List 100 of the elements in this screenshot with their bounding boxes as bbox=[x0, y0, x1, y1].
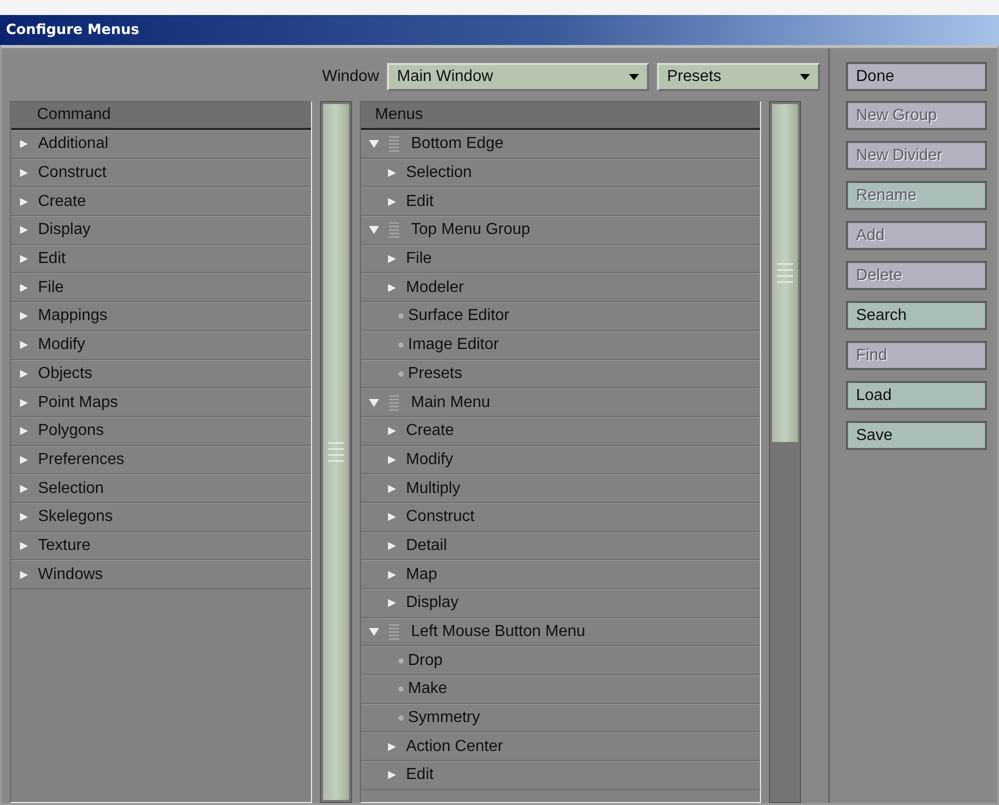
window-label: Window bbox=[322, 67, 379, 87]
item-label: Preferences bbox=[38, 450, 124, 470]
button[interactable]: Save bbox=[846, 421, 987, 450]
list-item[interactable]: Selection bbox=[361, 158, 760, 188]
item-label: Presets bbox=[408, 364, 462, 384]
list-item[interactable]: Windows bbox=[11, 560, 311, 589]
arrow-icon bbox=[387, 598, 397, 608]
list-item[interactable]: Point Maps bbox=[11, 388, 311, 417]
list-item[interactable]: Selection bbox=[11, 474, 311, 503]
presets-dropdown[interactable]: Presets bbox=[657, 63, 820, 91]
list-item[interactable]: Preferences bbox=[11, 446, 311, 474]
list-item[interactable]: Map bbox=[361, 560, 760, 589]
item-label: Symmetry bbox=[408, 708, 480, 728]
list-item[interactable]: Edit bbox=[361, 761, 760, 790]
list-item[interactable]: Left Mouse Button Menu bbox=[361, 618, 760, 646]
list-item[interactable]: Construct bbox=[361, 502, 760, 532]
arrow-icon bbox=[387, 454, 397, 465]
item-label: Construct bbox=[38, 163, 106, 184]
arrow-icon bbox=[19, 570, 29, 580]
grip-icon bbox=[327, 440, 345, 464]
window-dropdown[interactable]: Main Window bbox=[387, 63, 649, 91]
item-label: Image Editor bbox=[408, 335, 499, 356]
list-icon bbox=[387, 135, 401, 154]
list-item[interactable]: Texture bbox=[11, 532, 311, 560]
list-item[interactable]: Symmetry bbox=[361, 704, 760, 732]
arrow-icon bbox=[19, 540, 29, 551]
button[interactable]: Load bbox=[846, 381, 987, 410]
list-item[interactable]: Modify bbox=[361, 446, 760, 474]
list-item[interactable]: Detail bbox=[361, 532, 760, 560]
column-header[interactable]: Menus bbox=[361, 102, 760, 130]
list-item[interactable]: Main Menu bbox=[361, 388, 760, 417]
item-label: Action Center bbox=[406, 736, 503, 757]
scrollbar-thumb[interactable] bbox=[771, 103, 799, 443]
item-label: Objects bbox=[38, 364, 92, 384]
column-header[interactable]: Command bbox=[11, 102, 311, 130]
arrow-icon bbox=[19, 282, 29, 293]
arrow-icon bbox=[19, 454, 29, 465]
item-label: Modify bbox=[406, 450, 454, 470]
dot-icon bbox=[398, 370, 404, 377]
list-item[interactable]: Edit bbox=[11, 244, 311, 274]
list-item[interactable]: Create bbox=[361, 416, 760, 446]
arrow-icon bbox=[19, 225, 29, 236]
dot-icon bbox=[398, 313, 404, 320]
item-label: Selection bbox=[38, 478, 104, 499]
arrow-icon bbox=[19, 311, 29, 322]
list-item[interactable]: Skelegons bbox=[11, 502, 311, 532]
list-item[interactable]: Make bbox=[361, 675, 760, 704]
list-item[interactable]: Modify bbox=[11, 330, 311, 360]
list-item[interactable]: Objects bbox=[11, 360, 311, 388]
dot-icon bbox=[398, 686, 404, 692]
item-label: Detail bbox=[406, 536, 447, 556]
arrow-icon bbox=[387, 254, 397, 264]
item-label: Edit bbox=[406, 192, 434, 212]
item-label: Windows bbox=[38, 564, 103, 585]
arrow-icon bbox=[387, 282, 397, 293]
item-label: Polygons bbox=[38, 421, 104, 442]
list-item[interactable]: Presets bbox=[361, 360, 760, 388]
item-label: Modeler bbox=[406, 278, 464, 298]
list-item[interactable]: File bbox=[11, 273, 311, 302]
arrow-icon bbox=[19, 254, 29, 264]
list-item[interactable]: Display bbox=[361, 589, 760, 618]
button[interactable]: Search bbox=[846, 301, 987, 330]
item-label: Drop bbox=[408, 650, 443, 671]
list-item[interactable]: File bbox=[361, 244, 760, 274]
caret-icon bbox=[629, 74, 639, 80]
item-label: Top Menu Group bbox=[411, 220, 530, 240]
item-label: Point Maps bbox=[38, 392, 118, 413]
list-item[interactable]: Modeler bbox=[361, 273, 760, 302]
list-icon bbox=[387, 221, 401, 240]
arrow-icon bbox=[19, 196, 29, 207]
item-label: Display bbox=[406, 593, 458, 614]
list-item[interactable]: Edit bbox=[361, 187, 760, 216]
list-item[interactable]: Mappings bbox=[11, 302, 311, 331]
item-label: Create bbox=[38, 192, 86, 212]
item-label: Additional bbox=[38, 134, 108, 154]
item-label: Construct bbox=[406, 507, 474, 528]
arrow-icon bbox=[387, 196, 397, 207]
arrow-icon bbox=[19, 340, 29, 350]
list-item[interactable]: Drop bbox=[361, 646, 760, 676]
list-item[interactable]: Image Editor bbox=[361, 330, 760, 360]
list-item[interactable]: Top Menu Group bbox=[361, 216, 760, 245]
list-item[interactable]: Create bbox=[11, 187, 311, 216]
scrollbar[interactable] bbox=[769, 101, 801, 803]
list-item[interactable]: Display bbox=[11, 216, 311, 245]
item-label: Map bbox=[406, 564, 438, 585]
arrow-icon bbox=[19, 139, 29, 150]
arrow-icon bbox=[19, 512, 29, 522]
list-item[interactable]: Additional bbox=[11, 130, 311, 159]
button[interactable]: Done bbox=[846, 62, 987, 91]
arrow-icon bbox=[19, 426, 29, 436]
list-item[interactable]: Bottom Edge bbox=[361, 130, 760, 159]
list-item[interactable]: Multiply bbox=[361, 474, 760, 503]
list-item[interactable]: Surface Editor bbox=[361, 302, 760, 331]
list-item[interactable]: Construct bbox=[11, 158, 311, 188]
item-label: File bbox=[38, 278, 64, 298]
list-icon bbox=[387, 394, 401, 412]
grip-icon bbox=[776, 261, 794, 285]
list-item[interactable]: Action Center bbox=[361, 732, 760, 762]
list-item[interactable]: Polygons bbox=[11, 416, 311, 446]
arrow-icon bbox=[387, 570, 397, 580]
